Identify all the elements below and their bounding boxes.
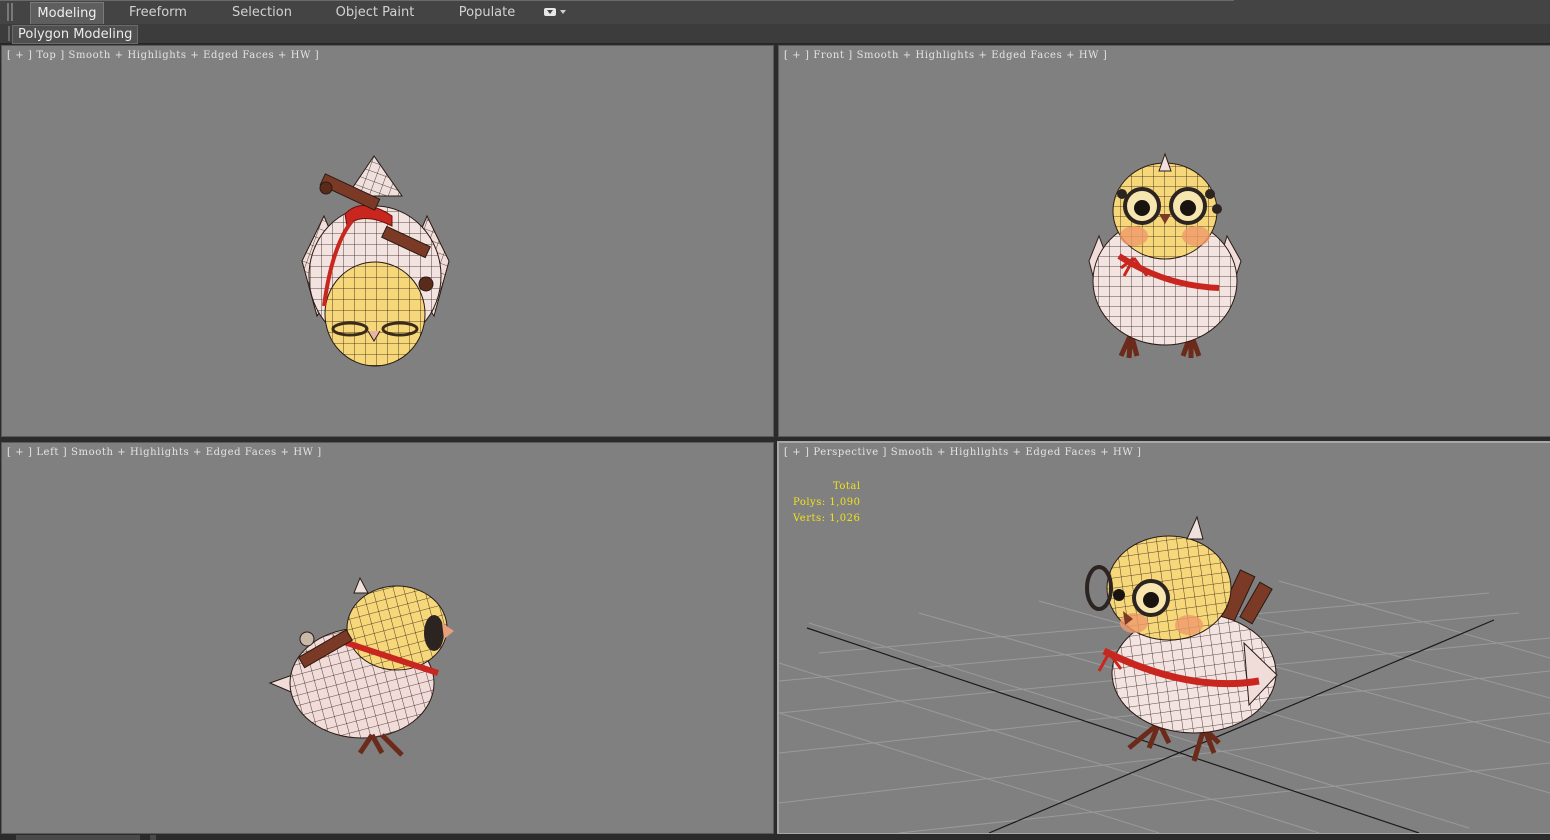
- viewport-top[interactable]: [ + ] Top ] Smooth + Highlights + Edged …: [1, 45, 774, 437]
- viewport-left[interactable]: [ + ] Left ] Smooth + Highlights + Edged…: [1, 442, 774, 834]
- ribbon-grip[interactable]: [11, 3, 13, 21]
- time-slider[interactable]: [16, 835, 140, 840]
- ribbon-options-pill: [544, 8, 556, 16]
- polygon-modeling-panel[interactable]: Polygon Modeling: [12, 25, 139, 44]
- tab-modeling[interactable]: Modeling: [30, 2, 104, 24]
- chevron-down-icon: [560, 10, 566, 14]
- ribbon-tab-bar: Modeling Freeform Selection Object Paint…: [0, 0, 1550, 25]
- tab-populate[interactable]: Populate: [452, 2, 522, 23]
- ribbon-top-line: [0, 0, 1234, 1]
- tab-freeform[interactable]: Freeform: [122, 2, 194, 23]
- viewport-front[interactable]: [ + ] Front ] Smooth + Highlights + Edge…: [778, 45, 1550, 437]
- tab-selection[interactable]: Selection: [224, 2, 300, 23]
- viewport-perspective[interactable]: [ + ] Perspective ] Smooth + Highlights …: [777, 441, 1550, 835]
- ribbon-grip[interactable]: [7, 3, 9, 21]
- ribbon-options-icon[interactable]: [541, 6, 567, 18]
- ribbon-panel: Polygon Modeling: [0, 24, 1550, 44]
- panel-grip[interactable]: [8, 26, 10, 41]
- perspective-scene: [779, 515, 1550, 833]
- status-bar: [0, 834, 1550, 840]
- bird-model-left: [268, 576, 454, 757]
- tab-object-paint[interactable]: Object Paint: [330, 2, 420, 23]
- bird-model-top: [301, 155, 450, 367]
- bird-model-front: [1088, 152, 1242, 359]
- time-slider-next-button[interactable]: [150, 835, 156, 840]
